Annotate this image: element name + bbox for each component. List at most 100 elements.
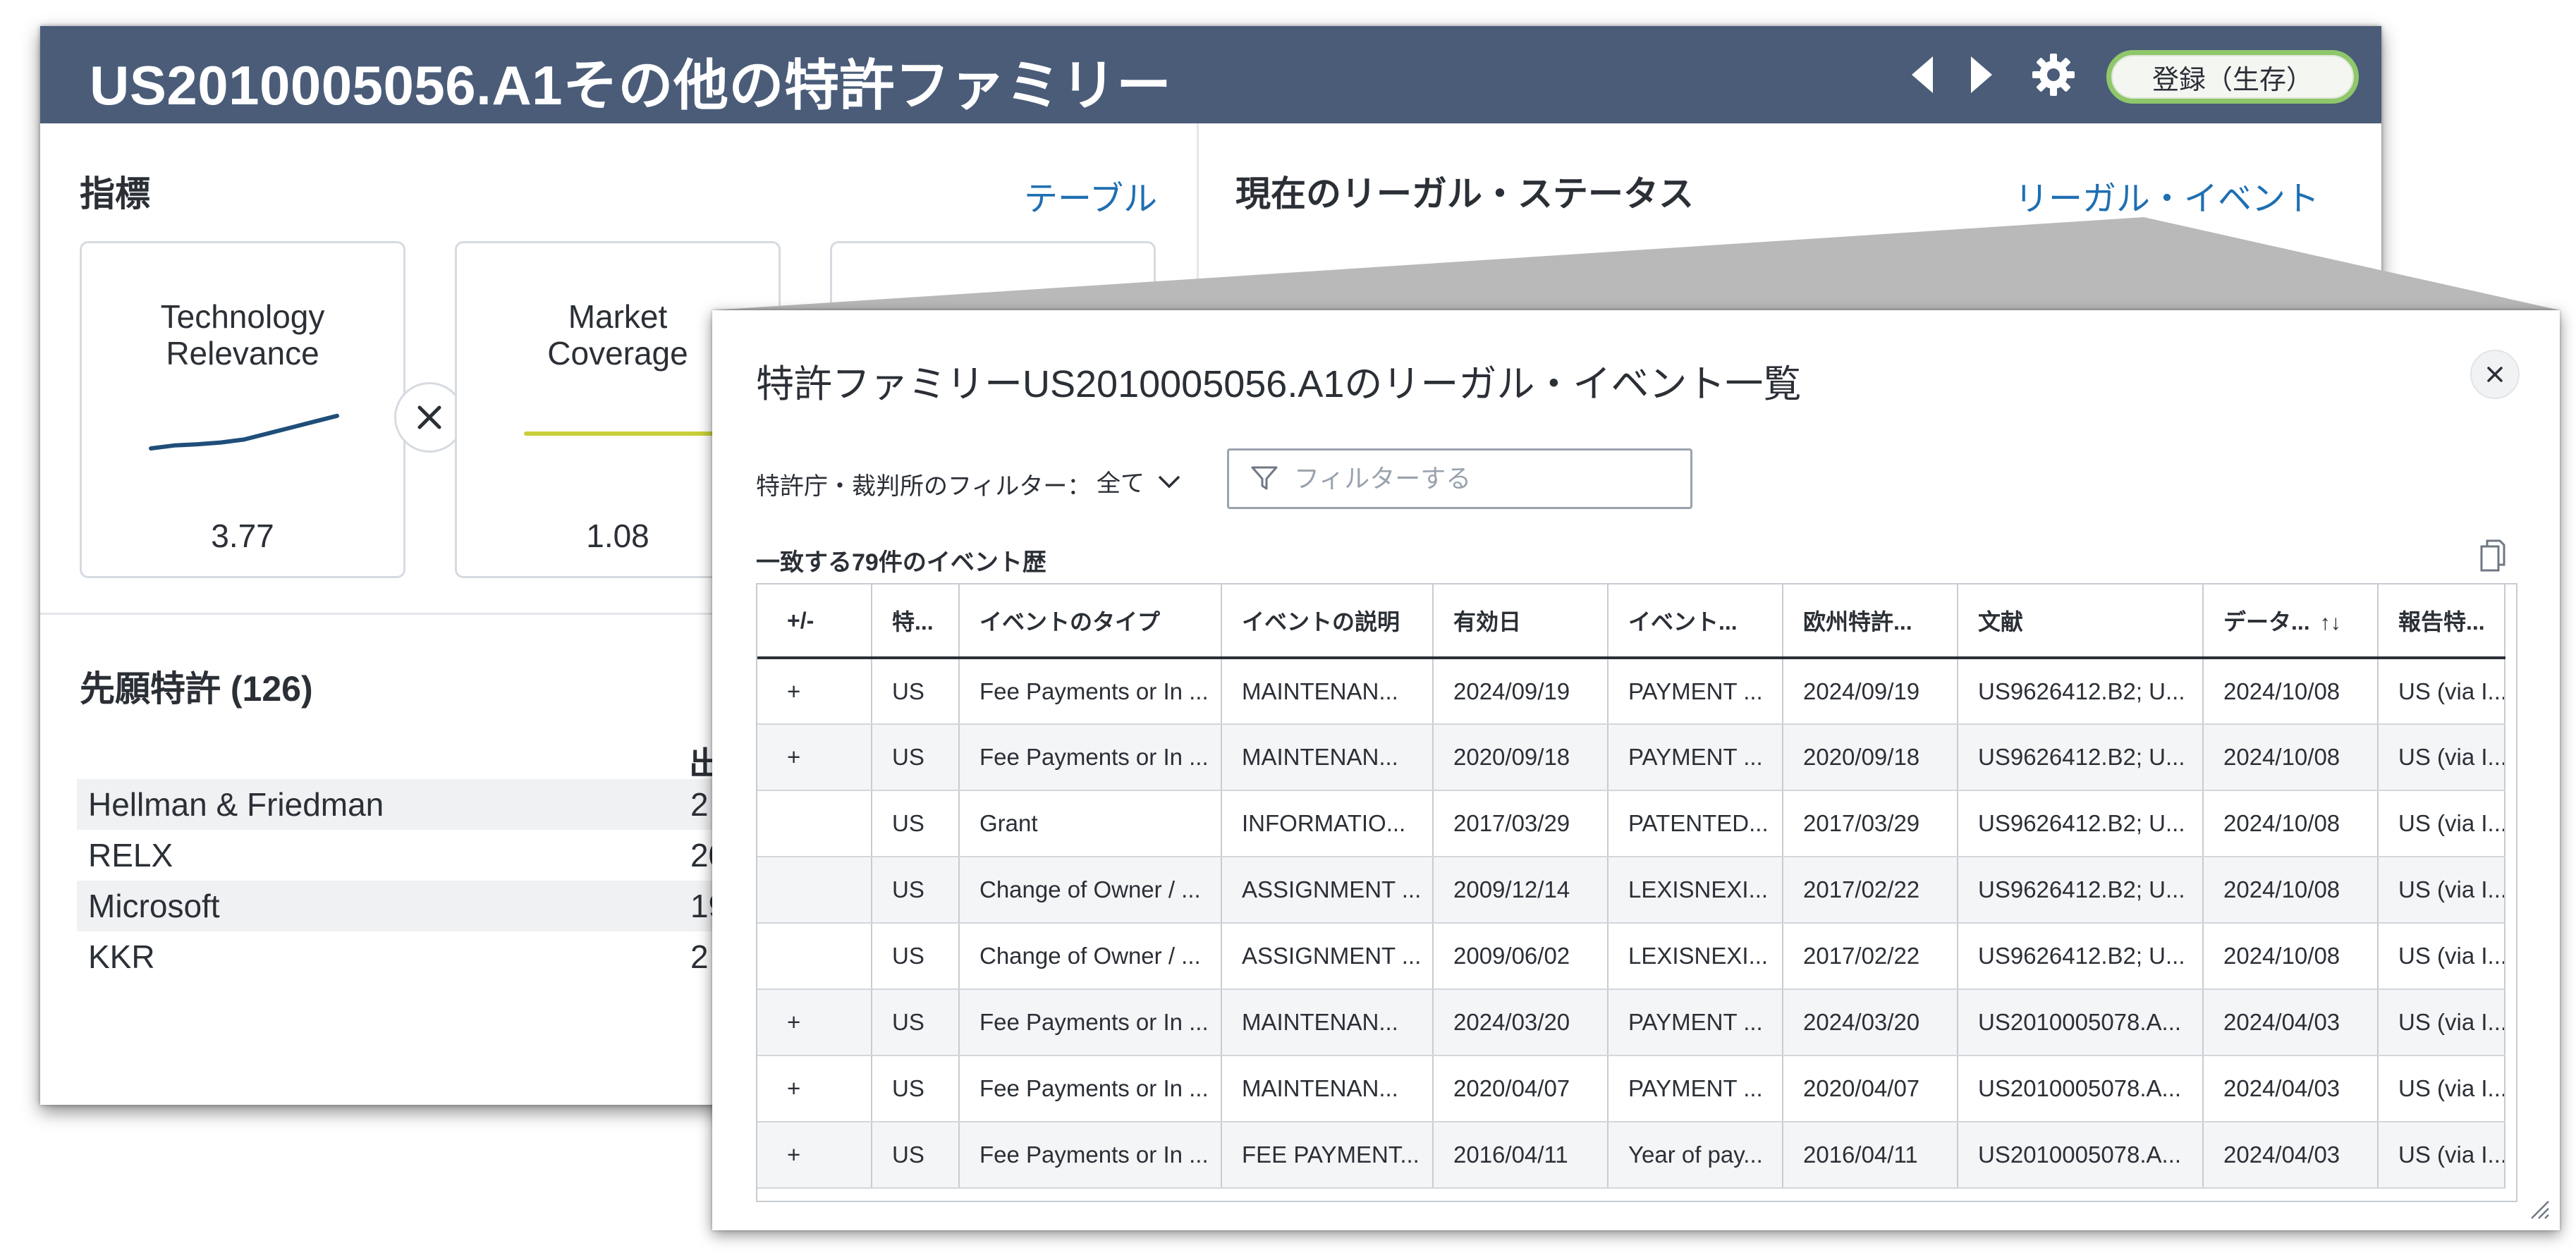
legal-events-link[interactable]: リーガル・イベント — [2015, 171, 2319, 220]
filter-field[interactable] — [1227, 448, 1692, 509]
copy-icon — [2480, 539, 2505, 572]
cell-data-date: 2024/10/08 — [2203, 923, 2379, 990]
sparkline-path — [149, 413, 339, 451]
cell-expand[interactable]: + — [757, 658, 872, 725]
cell-event-code: PAYMENT ... — [1608, 724, 1783, 791]
cell-data-date: 2024/04/03 — [2203, 1055, 2379, 1122]
cell-expand[interactable] — [757, 923, 872, 990]
cell-event-type: Fee Payments or In ... — [959, 658, 1222, 725]
cell-office: US — [872, 1055, 960, 1122]
cell-event-description: MAINTENAN... — [1221, 989, 1434, 1056]
cell-effective-date: 2009/12/14 — [1433, 857, 1609, 924]
cell-event-code: LEXISNEXI... — [1608, 923, 1783, 990]
metric-name: Technology Relevance — [160, 298, 325, 372]
cell-ep-date: 2017/02/22 — [1783, 923, 1958, 990]
cell-ep-date: 2020/09/18 — [1783, 724, 1958, 791]
page-title: US2010005056.A1その他の特許ファミリー — [90, 54, 1172, 116]
cell-data-date: 2024/04/03 — [2203, 989, 2379, 1056]
cell-documents: US9626412.B2; U... — [1958, 658, 2204, 725]
column-header-expand[interactable]: +/- — [757, 584, 872, 659]
column-header-office[interactable]: 特... — [872, 584, 960, 659]
resize-grip-icon — [2531, 1201, 2549, 1219]
office-filter-select[interactable]: 全て — [1097, 464, 1181, 498]
window-header: US2010005056.A1その他の特許ファミリー 登録（生存） — [40, 26, 2381, 123]
table-row[interactable]: US Change of Owner / ... ASSIGNMENT ... 200… — [757, 857, 2505, 924]
table-row[interactable]: US Change of Owner / ... ASSIGNMENT ... 200… — [757, 923, 2505, 990]
cell-effective-date: 2020/04/07 — [1433, 1055, 1609, 1122]
cell-ep-date: 2024/03/20 — [1783, 989, 1958, 1056]
column-header-event-type[interactable]: イベントのタイプ — [959, 584, 1222, 659]
office-filter-label: 特許庁・裁判所のフィルター： — [756, 473, 1092, 500]
legal-status-countries[interactable]: CA, US — [1467, 273, 1575, 310]
table-row[interactable]: + US Fee Payments or In ... MAINTENAN... 202… — [757, 724, 2505, 791]
cell-ep-date: 2016/04/11 — [1783, 1122, 1958, 1189]
cell-effective-date: 2017/03/29 — [1433, 790, 1609, 857]
cell-reporting-office: US (via I... — [2378, 658, 2505, 725]
cell-event-type: Change of Owner / ... — [959, 923, 1222, 990]
cell-event-type: Fee Payments or In ... — [959, 1055, 1222, 1122]
cell-expand[interactable]: + — [757, 989, 872, 1056]
metrics-title: 指標 — [80, 174, 150, 214]
table-header-row: +/- 特... イベントのタイプ イベントの説明 有効日 イベント... 欧州… — [757, 584, 2505, 659]
multiply-icon — [394, 382, 465, 453]
resize-handle[interactable] — [2527, 1197, 2551, 1225]
cell-office: US — [872, 790, 960, 857]
cell-reporting-office: US (via I... — [2378, 989, 2505, 1056]
cell-event-code: PATENTED... — [1608, 790, 1783, 857]
table-body: + US Fee Payments or In ... MAINTENAN... 202… — [757, 658, 2505, 1189]
table-row[interactable]: US Grant INFORMATIO... 2017/03/29 PATENTED..… — [757, 790, 2505, 857]
dialog-title: 特許ファミリーUS2010005056.A1のリーガル・イベント一覧 — [756, 363, 1802, 405]
column-header-data-date[interactable]: データ... ↑↓ — [2203, 584, 2379, 659]
metric-value: 3.77 — [211, 518, 274, 554]
column-header-reporting-office[interactable]: 報告特... — [2378, 584, 2505, 659]
filter-input[interactable] — [1293, 463, 1662, 494]
cell-expand[interactable]: + — [757, 1122, 872, 1189]
close-button[interactable] — [2470, 350, 2520, 399]
cell-data-date: 2024/10/08 — [2203, 724, 2379, 791]
column-header-documents[interactable]: 文献 — [1958, 584, 2204, 659]
table-link[interactable]: テーブル — [1024, 171, 1157, 220]
legal-status-title: 現在のリーガル・ステータス — [1235, 174, 1694, 214]
table-row[interactable]: + US Fee Payments or In ... MAINTENAN... 202… — [757, 1055, 2505, 1122]
metric-card-technology-relevance[interactable]: Technology Relevance 3.77 — [80, 241, 405, 578]
cell-event-description: ASSIGNMENT ... — [1221, 923, 1434, 990]
previous-button[interactable] — [1902, 26, 1944, 123]
table-row[interactable]: + US Fee Payments or In ... MAINTENAN... 202… — [757, 658, 2505, 725]
settings-button[interactable] — [2022, 26, 2085, 123]
cell-expand[interactable] — [757, 790, 872, 857]
column-header-event-code[interactable]: イベント... — [1608, 584, 1783, 659]
column-header-event-description[interactable]: イベントの説明 — [1221, 584, 1434, 659]
cell-office: US — [872, 724, 960, 791]
copy-button[interactable] — [2479, 539, 2507, 575]
cell-office: US — [872, 923, 960, 990]
close-icon — [2487, 367, 2503, 382]
cell-event-type: Fee Payments or In ... — [959, 724, 1222, 791]
cell-event-description: FEE PAYMENT... — [1221, 1122, 1434, 1189]
cell-event-code: PAYMENT ... — [1608, 1055, 1783, 1122]
chevron-down-icon — [1158, 475, 1180, 488]
event-count: 一致する79件のイベント歴 — [756, 549, 1046, 576]
cell-documents: US9626412.B2; U... — [1958, 857, 2204, 924]
trend-sparkline — [524, 431, 714, 436]
cell-expand[interactable]: + — [757, 1055, 872, 1122]
cell-expand[interactable]: + — [757, 724, 872, 791]
cell-event-description: MAINTENAN... — [1221, 1055, 1434, 1122]
next-button[interactable] — [1960, 26, 2002, 123]
column-header-ep-date[interactable]: 欧州特許... — [1783, 584, 1958, 659]
column-header-effective-date[interactable]: 有効日 — [1433, 584, 1609, 659]
filter-icon — [1251, 466, 1278, 490]
legal-events-dialog: 特許ファミリーUS2010005056.A1のリーガル・イベント一覧 特許庁・裁… — [712, 310, 2560, 1230]
cell-documents: US9626412.B2; U... — [1958, 790, 2204, 857]
status-badge[interactable]: 登録（生存） — [2106, 50, 2359, 104]
cell-data-date: 2024/10/08 — [2203, 790, 2379, 857]
cell-reporting-office: US (via I... — [2378, 923, 2505, 990]
cell-event-code: LEXISNEXI... — [1608, 857, 1783, 924]
cell-reporting-office: US (via I... — [2378, 790, 2505, 857]
table-row[interactable]: + US Fee Payments or In ... MAINTENAN... 202… — [757, 989, 2505, 1056]
sort-icon[interactable]: ↑↓ — [2320, 611, 2341, 635]
table-row[interactable]: + US Fee Payments or In ... FEE PAYMENT... 2… — [757, 1122, 2505, 1189]
chevron-left-icon — [1912, 56, 1933, 93]
cell-expand[interactable] — [757, 857, 872, 924]
cell-reporting-office: US (via I... — [2378, 857, 2505, 924]
cell-reporting-office: US (via I... — [2378, 1122, 2505, 1189]
